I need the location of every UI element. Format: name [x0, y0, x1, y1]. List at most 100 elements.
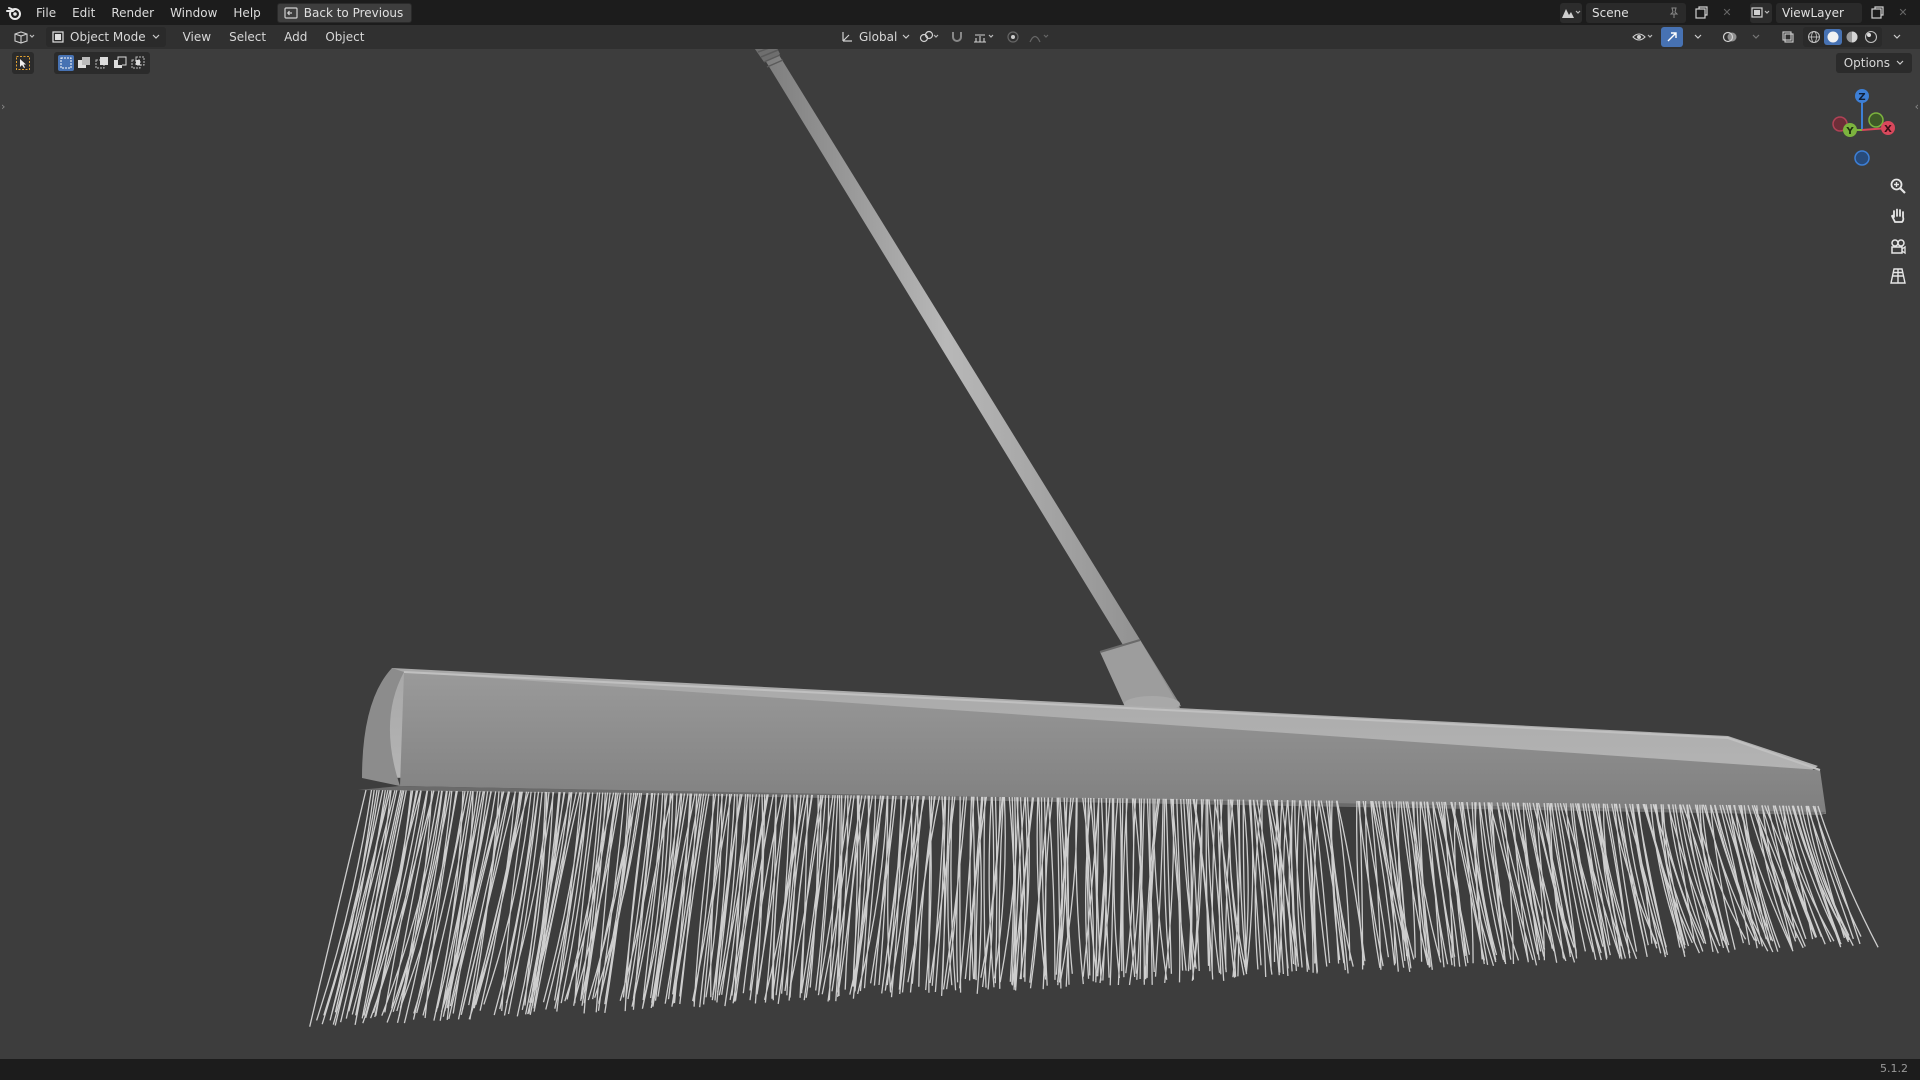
pivot-icon	[920, 30, 939, 43]
gizmo-options-dropdown[interactable]	[1687, 27, 1709, 47]
subtract-selection-icon	[95, 57, 108, 69]
extend-selection-icon	[78, 57, 90, 68]
selection-mode-group	[54, 52, 150, 74]
snap-target-button[interactable]	[972, 27, 998, 47]
rendered-sphere-icon	[1864, 30, 1878, 44]
navigation-gizmo[interactable]: Z Y X	[1822, 84, 1902, 170]
proportional-falloff-button[interactable]	[1028, 27, 1054, 47]
close-icon: ✕	[1898, 6, 1908, 19]
show-overlays-button[interactable]	[1719, 27, 1741, 47]
chevron-down-icon	[902, 34, 910, 39]
snap-increment-icon	[974, 34, 994, 43]
menu-window[interactable]: Window	[162, 3, 225, 23]
shading-wireframe-button[interactable]	[1805, 29, 1823, 45]
menu-edit[interactable]: Edit	[64, 3, 103, 23]
toolbar-expand-arrow-icon[interactable]: ›	[1, 100, 5, 113]
shading-rendered-button[interactable]	[1862, 29, 1880, 45]
gizmo-icon	[1667, 32, 1677, 42]
back-to-previous-button[interactable]: Back to Previous	[276, 2, 413, 23]
mode-extend-selection[interactable]	[76, 55, 92, 71]
difference-selection-icon	[114, 56, 127, 68]
viewport-display-tools	[1631, 27, 1908, 47]
zoom-button[interactable]	[1886, 174, 1910, 198]
broom-bristles[interactable]	[309, 789, 1879, 1027]
shading-solid-button[interactable]	[1824, 29, 1842, 45]
new-selection-icon	[60, 57, 72, 69]
status-bar: 5.1.2	[0, 1059, 1920, 1080]
sidebar-expand-arrow-icon[interactable]: ‹	[1915, 100, 1919, 113]
orientation-dropdown[interactable]: Global	[836, 27, 914, 47]
xray-icon	[1782, 31, 1794, 43]
bristle-strands	[309, 789, 1879, 1027]
proportional-editing-button[interactable]	[1002, 27, 1024, 47]
mode-subtract-selection[interactable]	[94, 55, 110, 71]
editor-type-button[interactable]	[10, 27, 40, 47]
neg-y-axis-handle[interactable]	[1868, 112, 1884, 128]
version-label: 5.1.2	[1880, 1062, 1908, 1075]
menu-file[interactable]: File	[28, 3, 64, 23]
menu-help[interactable]: Help	[225, 3, 268, 23]
chevron-down-icon	[152, 34, 160, 39]
perspective-toggle-button[interactable]	[1886, 264, 1910, 288]
back-screen-icon	[284, 6, 298, 19]
mode-new-selection[interactable]	[58, 55, 74, 71]
y-axis-label: Y	[1845, 126, 1854, 137]
x-axis-label: X	[1884, 124, 1892, 135]
chevron-down-icon	[1694, 34, 1702, 39]
menu-add[interactable]: Add	[275, 27, 316, 47]
3d-viewport[interactable]	[0, 49, 1920, 1059]
orientation-label: Global	[859, 30, 898, 44]
scene-icon	[1562, 8, 1581, 18]
z-axis-label: Z	[1858, 92, 1865, 103]
mode-intersect-selection[interactable]	[130, 55, 146, 71]
duplicate-icon	[1871, 5, 1884, 19]
scene-browse-button[interactable]	[1560, 2, 1582, 23]
solid-sphere-icon	[1827, 31, 1839, 43]
mode-difference-selection[interactable]	[112, 55, 128, 71]
view-layer-browse-button[interactable]	[1750, 2, 1772, 23]
mode-dropdown[interactable]: Object Mode	[46, 27, 166, 47]
new-view-layer-button[interactable]	[1866, 3, 1888, 23]
menu-select[interactable]: Select	[220, 27, 275, 47]
pan-button[interactable]	[1886, 204, 1910, 228]
new-scene-button[interactable]	[1690, 3, 1712, 23]
neg-z-axis-handle[interactable]	[1854, 150, 1870, 166]
camera-view-button[interactable]	[1886, 234, 1910, 258]
toggle-xray-button[interactable]	[1777, 27, 1799, 47]
shading-mode-group	[1803, 27, 1882, 47]
delete-view-layer-button[interactable]: ✕	[1892, 3, 1914, 23]
visibility-eye-icon	[1632, 33, 1653, 41]
top-right-controls: Scene ✕ ViewLayer ✕	[1560, 0, 1920, 25]
orientation-axes-icon	[842, 32, 852, 42]
menu-object[interactable]: Object	[316, 27, 373, 47]
broom-handle[interactable]	[750, 49, 1181, 718]
shading-options-dropdown[interactable]	[1886, 27, 1908, 47]
menu-view[interactable]: View	[174, 27, 220, 47]
wireframe-sphere-icon	[1808, 31, 1820, 43]
delete-scene-button[interactable]: ✕	[1716, 3, 1738, 23]
select-tool-button[interactable]	[12, 52, 34, 74]
chevron-down-icon	[1896, 60, 1904, 65]
transform-tools: Global	[836, 27, 1054, 47]
options-label: Options	[1843, 56, 1890, 70]
duplicate-icon	[1695, 5, 1708, 19]
magnet-icon	[952, 32, 963, 42]
3d-viewport-icon	[14, 31, 35, 44]
broom-head[interactable]	[358, 668, 1826, 815]
blender-logo-icon[interactable]	[0, 0, 28, 25]
overlays-dropdown[interactable]	[1745, 27, 1767, 47]
show-gizmo-button[interactable]	[1661, 27, 1683, 47]
object-visibility-button[interactable]	[1631, 27, 1657, 47]
object-mode-icon	[52, 31, 64, 43]
snap-toggle-button[interactable]	[946, 27, 968, 47]
zoom-magnifier-icon	[1890, 178, 1906, 194]
menu-render[interactable]: Render	[103, 3, 162, 23]
tool-settings-row	[12, 52, 150, 74]
view-layer-field[interactable]: ViewLayer	[1776, 2, 1862, 23]
scene-name-field[interactable]: Scene	[1586, 2, 1686, 23]
options-dropdown[interactable]: Options	[1835, 53, 1912, 73]
overlays-icon	[1722, 31, 1737, 43]
shading-material-button[interactable]	[1843, 29, 1861, 45]
pivot-point-button[interactable]	[918, 27, 942, 47]
back-to-previous-label: Back to Previous	[303, 5, 404, 20]
